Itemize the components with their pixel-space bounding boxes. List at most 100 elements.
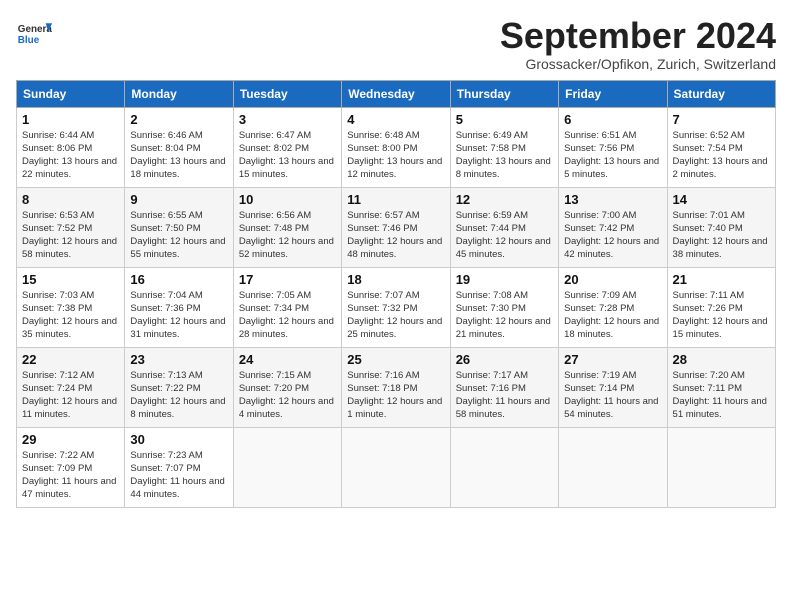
day-info: Sunrise: 7:03 AM Sunset: 7:38 PM Dayligh…: [22, 289, 119, 342]
day-number: 2: [130, 112, 227, 127]
day-info: Sunrise: 7:17 AM Sunset: 7:16 PM Dayligh…: [456, 369, 553, 422]
sunrise-text: Sunrise: 7:01 AM: [673, 209, 770, 222]
empty-cell: [450, 427, 558, 507]
daylight-text: Daylight: 12 hours and 1 minute.: [347, 395, 444, 422]
daylight-text: Daylight: 12 hours and 15 minutes.: [673, 315, 770, 342]
day-info: Sunrise: 7:13 AM Sunset: 7:22 PM Dayligh…: [130, 369, 227, 422]
day-cell-17: 17 Sunrise: 7:05 AM Sunset: 7:34 PM Dayl…: [233, 267, 341, 347]
day-info: Sunrise: 7:01 AM Sunset: 7:40 PM Dayligh…: [673, 209, 770, 262]
daylight-text: Daylight: 13 hours and 5 minutes.: [564, 155, 661, 182]
day-info: Sunrise: 6:44 AM Sunset: 8:06 PM Dayligh…: [22, 129, 119, 182]
day-info: Sunrise: 7:08 AM Sunset: 7:30 PM Dayligh…: [456, 289, 553, 342]
day-number: 8: [22, 192, 119, 207]
week-row-1: 1 Sunrise: 6:44 AM Sunset: 8:06 PM Dayli…: [17, 107, 776, 187]
sunrise-text: Sunrise: 6:44 AM: [22, 129, 119, 142]
day-cell-21: 21 Sunrise: 7:11 AM Sunset: 7:26 PM Dayl…: [667, 267, 775, 347]
daylight-text: Daylight: 12 hours and 31 minutes.: [130, 315, 227, 342]
daylight-text: Daylight: 12 hours and 45 minutes.: [456, 235, 553, 262]
day-info: Sunrise: 7:04 AM Sunset: 7:36 PM Dayligh…: [130, 289, 227, 342]
sunset-text: Sunset: 7:16 PM: [456, 382, 553, 395]
day-cell-10: 10 Sunrise: 6:56 AM Sunset: 7:48 PM Dayl…: [233, 187, 341, 267]
day-number: 23: [130, 352, 227, 367]
day-info: Sunrise: 7:12 AM Sunset: 7:24 PM Dayligh…: [22, 369, 119, 422]
week-row-5: 29 Sunrise: 7:22 AM Sunset: 7:09 PM Dayl…: [17, 427, 776, 507]
day-number: 11: [347, 192, 444, 207]
day-info: Sunrise: 6:55 AM Sunset: 7:50 PM Dayligh…: [130, 209, 227, 262]
day-cell-18: 18 Sunrise: 7:07 AM Sunset: 7:32 PM Dayl…: [342, 267, 450, 347]
sunrise-text: Sunrise: 7:03 AM: [22, 289, 119, 302]
sunset-text: Sunset: 8:00 PM: [347, 142, 444, 155]
daylight-text: Daylight: 11 hours and 44 minutes.: [130, 475, 227, 502]
subtitle: Grossacker/Opfikon, Zurich, Switzerland: [500, 56, 776, 72]
sunset-text: Sunset: 7:40 PM: [673, 222, 770, 235]
day-cell-5: 5 Sunrise: 6:49 AM Sunset: 7:58 PM Dayli…: [450, 107, 558, 187]
day-cell-16: 16 Sunrise: 7:04 AM Sunset: 7:36 PM Dayl…: [125, 267, 233, 347]
daylight-text: Daylight: 11 hours and 54 minutes.: [564, 395, 661, 422]
day-number: 26: [456, 352, 553, 367]
header-tuesday: Tuesday: [233, 80, 341, 107]
day-cell-22: 22 Sunrise: 7:12 AM Sunset: 7:24 PM Dayl…: [17, 347, 125, 427]
sunrise-text: Sunrise: 7:15 AM: [239, 369, 336, 382]
daylight-text: Daylight: 12 hours and 25 minutes.: [347, 315, 444, 342]
daylight-text: Daylight: 13 hours and 2 minutes.: [673, 155, 770, 182]
sunrise-text: Sunrise: 6:47 AM: [239, 129, 336, 142]
daylight-text: Daylight: 13 hours and 8 minutes.: [456, 155, 553, 182]
daylight-text: Daylight: 12 hours and 58 minutes.: [22, 235, 119, 262]
sunrise-text: Sunrise: 7:13 AM: [130, 369, 227, 382]
day-cell-24: 24 Sunrise: 7:15 AM Sunset: 7:20 PM Dayl…: [233, 347, 341, 427]
day-info: Sunrise: 6:48 AM Sunset: 8:00 PM Dayligh…: [347, 129, 444, 182]
sunset-text: Sunset: 7:34 PM: [239, 302, 336, 315]
day-number: 16: [130, 272, 227, 287]
day-number: 4: [347, 112, 444, 127]
sunset-text: Sunset: 7:24 PM: [22, 382, 119, 395]
daylight-text: Daylight: 12 hours and 52 minutes.: [239, 235, 336, 262]
sunset-text: Sunset: 7:28 PM: [564, 302, 661, 315]
day-number: 21: [673, 272, 770, 287]
sunset-text: Sunset: 7:22 PM: [130, 382, 227, 395]
day-info: Sunrise: 7:09 AM Sunset: 7:28 PM Dayligh…: [564, 289, 661, 342]
day-number: 24: [239, 352, 336, 367]
title-block: September 2024 Grossacker/Opfikon, Zuric…: [500, 16, 776, 72]
svg-text:Blue: Blue: [18, 35, 40, 46]
daylight-text: Daylight: 13 hours and 15 minutes.: [239, 155, 336, 182]
sunrise-text: Sunrise: 7:22 AM: [22, 449, 119, 462]
daylight-text: Daylight: 12 hours and 8 minutes.: [130, 395, 227, 422]
day-info: Sunrise: 6:47 AM Sunset: 8:02 PM Dayligh…: [239, 129, 336, 182]
sunset-text: Sunset: 7:11 PM: [673, 382, 770, 395]
daylight-text: Daylight: 11 hours and 58 minutes.: [456, 395, 553, 422]
day-number: 5: [456, 112, 553, 127]
header-sunday: Sunday: [17, 80, 125, 107]
daylight-text: Daylight: 12 hours and 21 minutes.: [456, 315, 553, 342]
sunset-text: Sunset: 7:07 PM: [130, 462, 227, 475]
day-cell-9: 9 Sunrise: 6:55 AM Sunset: 7:50 PM Dayli…: [125, 187, 233, 267]
logo-icon: General Blue: [16, 16, 52, 52]
day-cell-4: 4 Sunrise: 6:48 AM Sunset: 8:00 PM Dayli…: [342, 107, 450, 187]
sunrise-text: Sunrise: 7:00 AM: [564, 209, 661, 222]
sunset-text: Sunset: 7:30 PM: [456, 302, 553, 315]
sunrise-text: Sunrise: 6:52 AM: [673, 129, 770, 142]
sunrise-text: Sunrise: 6:46 AM: [130, 129, 227, 142]
sunset-text: Sunset: 7:52 PM: [22, 222, 119, 235]
day-info: Sunrise: 7:05 AM Sunset: 7:34 PM Dayligh…: [239, 289, 336, 342]
week-row-4: 22 Sunrise: 7:12 AM Sunset: 7:24 PM Dayl…: [17, 347, 776, 427]
sunset-text: Sunset: 8:04 PM: [130, 142, 227, 155]
day-number: 13: [564, 192, 661, 207]
sunset-text: Sunset: 7:54 PM: [673, 142, 770, 155]
day-info: Sunrise: 7:00 AM Sunset: 7:42 PM Dayligh…: [564, 209, 661, 262]
day-cell-19: 19 Sunrise: 7:08 AM Sunset: 7:30 PM Dayl…: [450, 267, 558, 347]
day-number: 19: [456, 272, 553, 287]
header-saturday: Saturday: [667, 80, 775, 107]
day-info: Sunrise: 7:07 AM Sunset: 7:32 PM Dayligh…: [347, 289, 444, 342]
day-number: 22: [22, 352, 119, 367]
header-wednesday: Wednesday: [342, 80, 450, 107]
daylight-text: Daylight: 12 hours and 28 minutes.: [239, 315, 336, 342]
sunset-text: Sunset: 7:58 PM: [456, 142, 553, 155]
day-info: Sunrise: 6:59 AM Sunset: 7:44 PM Dayligh…: [456, 209, 553, 262]
sunset-text: Sunset: 7:56 PM: [564, 142, 661, 155]
sunrise-text: Sunrise: 7:19 AM: [564, 369, 661, 382]
day-number: 30: [130, 432, 227, 447]
day-cell-27: 27 Sunrise: 7:19 AM Sunset: 7:14 PM Dayl…: [559, 347, 667, 427]
day-cell-7: 7 Sunrise: 6:52 AM Sunset: 7:54 PM Dayli…: [667, 107, 775, 187]
sunrise-text: Sunrise: 7:09 AM: [564, 289, 661, 302]
daylight-text: Daylight: 13 hours and 18 minutes.: [130, 155, 227, 182]
